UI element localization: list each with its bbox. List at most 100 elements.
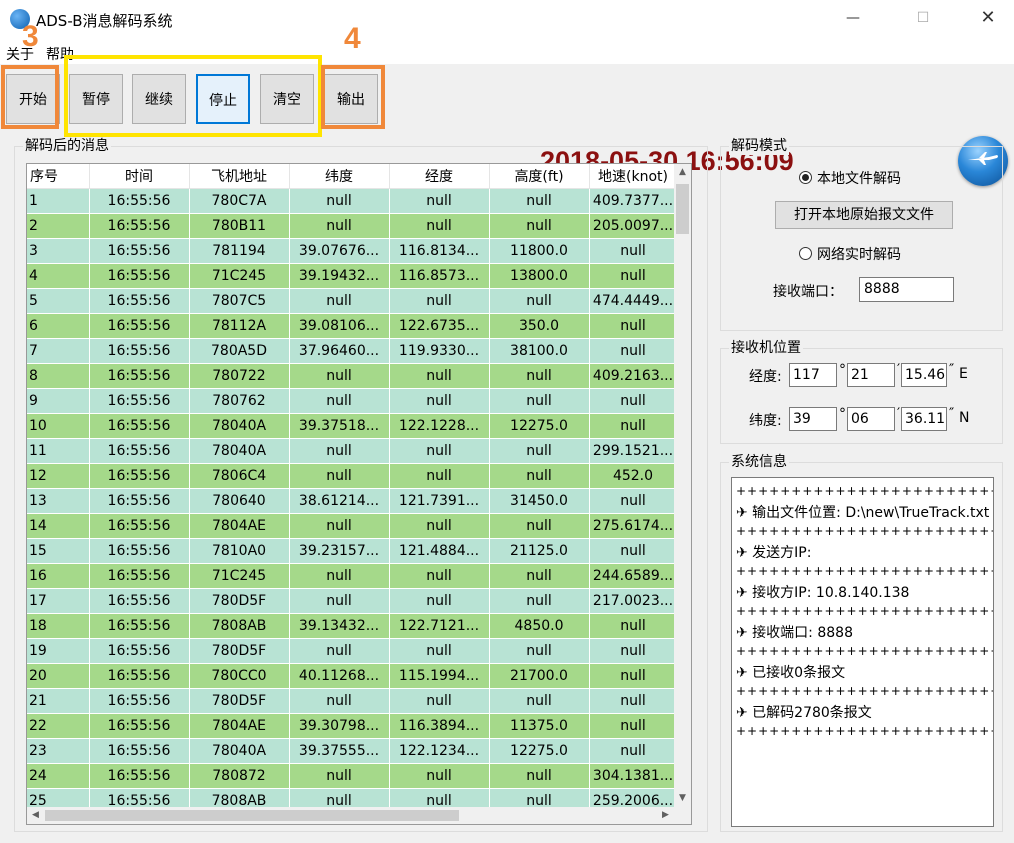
table-cell: 4850.0 [489, 613, 590, 639]
table-cell: 39.30798... [289, 713, 390, 739]
table-cell: null [289, 638, 390, 664]
latitude-seconds-input[interactable]: 36.11 [901, 407, 947, 431]
table-row[interactable]: 20 16:55:56 780CC0 40.11268... 115.1994... 21… [27, 663, 678, 689]
table-row[interactable]: 18 16:55:56 7808AB 39.13432... 122.7121... 48… [27, 613, 678, 639]
table-row[interactable]: 19 16:55:56 780D5F null null null null [27, 638, 678, 664]
scroll-left-arrow-icon[interactable]: ◀ [27, 807, 44, 824]
column-header[interactable]: 时间 [89, 164, 190, 189]
system-info-log[interactable]: +++++++++++++++++++++++++++++ ✈ 输出文件位置: … [731, 477, 994, 827]
table-row[interactable]: 23 16:55:56 78040A 39.37555... 122.1234... 12… [27, 738, 678, 764]
table-cell: 12275.0 [489, 413, 590, 439]
table-cell: null [389, 638, 490, 664]
longitude-seconds-input[interactable]: 15.46 [901, 363, 947, 387]
latitude-minutes-input[interactable]: 06 [847, 407, 895, 431]
table-cell: 780762 [189, 388, 290, 414]
table-cell: 122.6735... [389, 313, 490, 339]
longitude-minutes-input[interactable]: 21 [847, 363, 895, 387]
system-info-title: 系统信息 [729, 453, 789, 471]
table-cell: 78112A [189, 313, 290, 339]
table-row[interactable]: 7 16:55:56 780A5D 37.96460... 119.9330... 381… [27, 338, 678, 364]
table-row[interactable]: 14 16:55:56 7804AE null null null 275.6174... [27, 513, 678, 539]
port-input[interactable]: 8888 [859, 277, 954, 302]
annotation-label-3: 3 [22, 20, 39, 53]
log-receive-port: ✈ 接收端口: 8888 [736, 625, 853, 641]
table-cell: 16 [27, 563, 90, 589]
vertical-scrollbar[interactable]: ▲ ▼ [674, 164, 691, 807]
network-decode-label[interactable]: 网络实时解码 [817, 244, 901, 264]
table-cell: null [389, 763, 490, 789]
scroll-up-arrow-icon[interactable]: ▲ [674, 164, 691, 181]
table-cell: 2 [27, 213, 90, 239]
table-cell: null [489, 438, 590, 464]
table-cell: 409.7377... [589, 188, 678, 214]
table-cell: null [489, 388, 590, 414]
table-cell: 299.1521... [589, 438, 678, 464]
table-row[interactable]: 6 16:55:56 78112A 39.08106... 122.6735... 350… [27, 313, 678, 339]
table-cell: 20 [27, 663, 90, 689]
table-cell: 780D5F [189, 688, 290, 714]
local-decode-label[interactable]: 本地文件解码 [817, 168, 901, 188]
column-header[interactable]: 地速(knot) [589, 164, 678, 189]
table-cell: 31450.0 [489, 488, 590, 514]
local-decode-radio[interactable] [799, 171, 812, 184]
table-cell: 78040A [189, 438, 290, 464]
table-cell: null [489, 563, 590, 589]
table-row[interactable]: 9 16:55:56 780762 null null null null [27, 388, 678, 414]
table-row[interactable]: 17 16:55:56 780D5F null null null 217.0023... [27, 588, 678, 614]
table-cell: 217.0023... [589, 588, 678, 614]
log-output-path: ✈ 输出文件位置: D:\new\TrueTrack.txt [736, 505, 990, 521]
table-row[interactable]: 24 16:55:56 780872 null null null 304.1381... [27, 763, 678, 789]
table-row[interactable]: 2 16:55:56 780B11 null null null 205.0097... [27, 213, 678, 239]
decode-mode-group: 解码模式 本地文件解码 打开本地原始报文文件 网络实时解码 接收端口： 8888 [720, 137, 1003, 331]
close-button[interactable]: ✕ [965, 0, 1011, 36]
table-cell: 16:55:56 [89, 613, 190, 639]
receiver-position-group: 接收机位置 经度: 117 ° 21 ′ 15.46 ″ E 纬度: 39 ° … [720, 339, 1003, 444]
table-row[interactable]: 12 16:55:56 7806C4 null null null 452.0 [27, 463, 678, 489]
table-row[interactable]: 21 16:55:56 780D5F null null null null [27, 688, 678, 714]
table-row[interactable]: 16 16:55:56 71C245 null null null 244.6589... [27, 563, 678, 589]
table-row[interactable]: 13 16:55:56 780640 38.61214... 121.7391... 31… [27, 488, 678, 514]
table-cell: 780D5F [189, 588, 290, 614]
log-separator: +++++++++++++++++++++++++++++ [736, 724, 993, 738]
scroll-down-arrow-icon[interactable]: ▼ [674, 790, 691, 807]
column-header[interactable]: 飞机地址 [189, 164, 290, 189]
table-row[interactable]: 15 16:55:56 7810A0 39.23157... 121.4884... 21… [27, 538, 678, 564]
table-cell: 780722 [189, 363, 290, 389]
log-sender-ip: ✈ 发送方IP: [736, 545, 812, 561]
table-cell: null [389, 188, 490, 214]
table-row[interactable]: 8 16:55:56 780722 null null null 409.2163... [27, 363, 678, 389]
vertical-scroll-thumb[interactable] [676, 184, 689, 234]
open-local-file-button[interactable]: 打开本地原始报文文件 [775, 201, 953, 229]
latitude-degrees-input[interactable]: 39 [789, 407, 837, 431]
table-cell: 7810A0 [189, 538, 290, 564]
table-cell: 22 [27, 713, 90, 739]
column-header[interactable]: 序号 [27, 164, 90, 189]
minimize-button[interactable]: — [830, 0, 876, 36]
column-header[interactable]: 纬度 [289, 164, 390, 189]
table-cell: 39.13432... [289, 613, 390, 639]
horizontal-scrollbar[interactable]: ◀ ▶ [27, 807, 691, 824]
table-row[interactable]: 10 16:55:56 78040A 39.37518... 122.1228... 12… [27, 413, 678, 439]
network-decode-radio[interactable] [799, 247, 812, 260]
table-cell: 24 [27, 763, 90, 789]
table-cell: null [589, 538, 678, 564]
table-row[interactable]: 22 16:55:56 7804AE 39.30798... 116.3894... 11… [27, 713, 678, 739]
longitude-degrees-input[interactable]: 117 [789, 363, 837, 387]
table-row[interactable]: 5 16:55:56 7807C5 null null null 474.4449... [27, 288, 678, 314]
table-row[interactable]: 11 16:55:56 78040A null null null 299.1521... [27, 438, 678, 464]
table-cell: 39.07676... [289, 238, 390, 264]
column-header[interactable]: 经度 [389, 164, 490, 189]
title-bar: ADS-B消息解码系统 — ☐ ✕ [0, 0, 1014, 40]
column-header[interactable]: 高度(ft) [489, 164, 590, 189]
table-cell: 16:55:56 [89, 563, 190, 589]
table-row[interactable]: 3 16:55:56 781194 39.07676... 116.8134... 118… [27, 238, 678, 264]
longitude-label: 经度: [749, 369, 782, 385]
table-cell: 780B11 [189, 213, 290, 239]
maximize-button[interactable]: ☐ [900, 0, 946, 36]
table-row[interactable]: 4 16:55:56 71C245 39.19432... 116.8573... 138… [27, 263, 678, 289]
table-row[interactable]: 1 16:55:56 780C7A null null null 409.7377... [27, 188, 678, 214]
table-cell: 16:55:56 [89, 688, 190, 714]
horizontal-scroll-thumb[interactable] [45, 810, 459, 821]
table-cell: 4 [27, 263, 90, 289]
scroll-right-arrow-icon[interactable]: ▶ [657, 807, 674, 824]
